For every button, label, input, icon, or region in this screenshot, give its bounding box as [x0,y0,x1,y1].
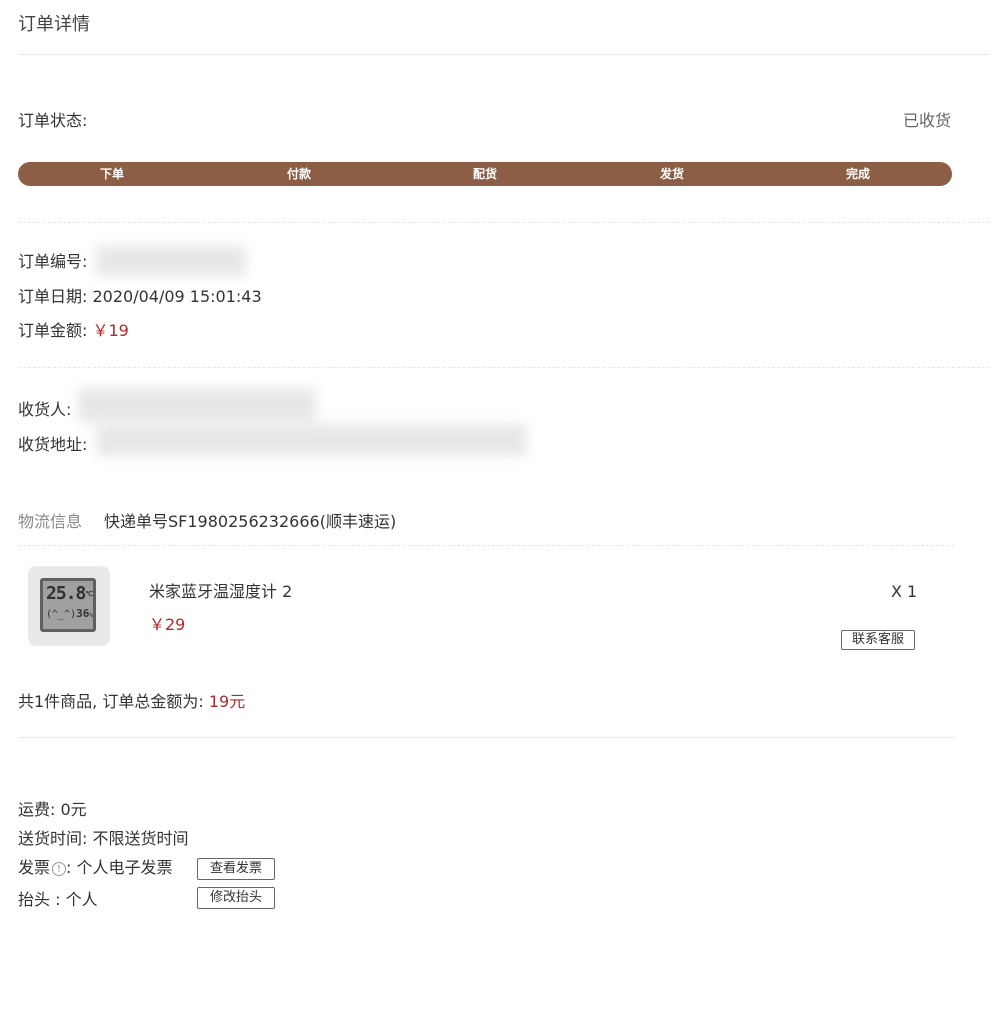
progress-step-order: 下单 [99,167,124,181]
summary-total: 19元 [208,692,246,711]
logistics-tracking: 快递单号SF1980256232666(顺丰速运) [104,512,397,531]
order-number-redacted [96,246,246,276]
order-amount-value: ￥19 [92,321,129,340]
recipient-address-redacted [96,424,526,456]
product-quantity: X 1 [891,582,918,601]
order-date-value: 2020/04/09 15:01:43 [92,287,262,306]
order-progress-bar: 下单 付款 配货 发货 完成 [18,162,952,186]
recipient-address-label: 收货地址: [18,435,88,454]
logistics-divider [18,545,954,546]
progress-step-ship: 发货 [659,167,684,181]
order-status-value: 已收货 [903,111,952,130]
product-name[interactable]: 米家蓝牙温湿度计 2 [149,582,292,602]
invoice-info: 发票!: 个人电子发票 [18,858,173,878]
status-divider [18,222,990,223]
progress-step-pay: 付款 [286,167,311,181]
summary-divider [18,737,954,738]
order-amount: 订单金额: ￥19 [18,321,129,341]
order-status-label: 订单状态: [18,111,88,130]
invoice-label: 发票 [18,858,51,877]
order-amount-label: 订单金额: [18,321,88,340]
thermometer-display-image: 25.8℃ (^_^)36% [40,578,96,632]
delivery-time: 送货时间: 不限送货时间 [18,829,189,848]
edit-invoice-header-button[interactable]: 修改抬头 [197,887,275,909]
order-summary: 共1件商品, 订单总金额为: 19元 [18,692,245,712]
invoice-header: 抬头 : 个人 [18,890,98,909]
header-divider [18,54,990,55]
summary-text: 共1件商品, 订单总金额为: [18,692,204,711]
recipient-name-redacted [78,388,316,422]
order-date: 订单日期: 2020/04/09 15:01:43 [18,287,262,307]
view-invoice-button[interactable]: 查看发票 [197,858,275,880]
contact-service-button[interactable]: 联系客服 [841,630,915,650]
order-number-label: 订单编号: [18,252,88,271]
order-date-label: 订单日期: [18,287,88,306]
progress-step-complete: 完成 [845,167,870,181]
thumb-temperature: 25.8℃ [46,583,93,604]
order-divider [18,367,990,368]
product-thumbnail[interactable]: 25.8℃ (^_^)36% [28,566,110,646]
recipient-name-label: 收货人: [18,400,72,419]
shipping-fee: 运费: 0元 [18,800,87,819]
info-icon[interactable]: ! [52,862,67,876]
progress-step-pick: 配货 [472,167,497,181]
page-title: 订单详情 [18,14,90,35]
invoice-value: : 个人电子发票 [66,858,173,877]
logistics-label: 物流信息 [18,512,83,531]
product-price: ￥29 [149,615,186,634]
thumb-humidity: (^_^)36% [46,607,93,621]
